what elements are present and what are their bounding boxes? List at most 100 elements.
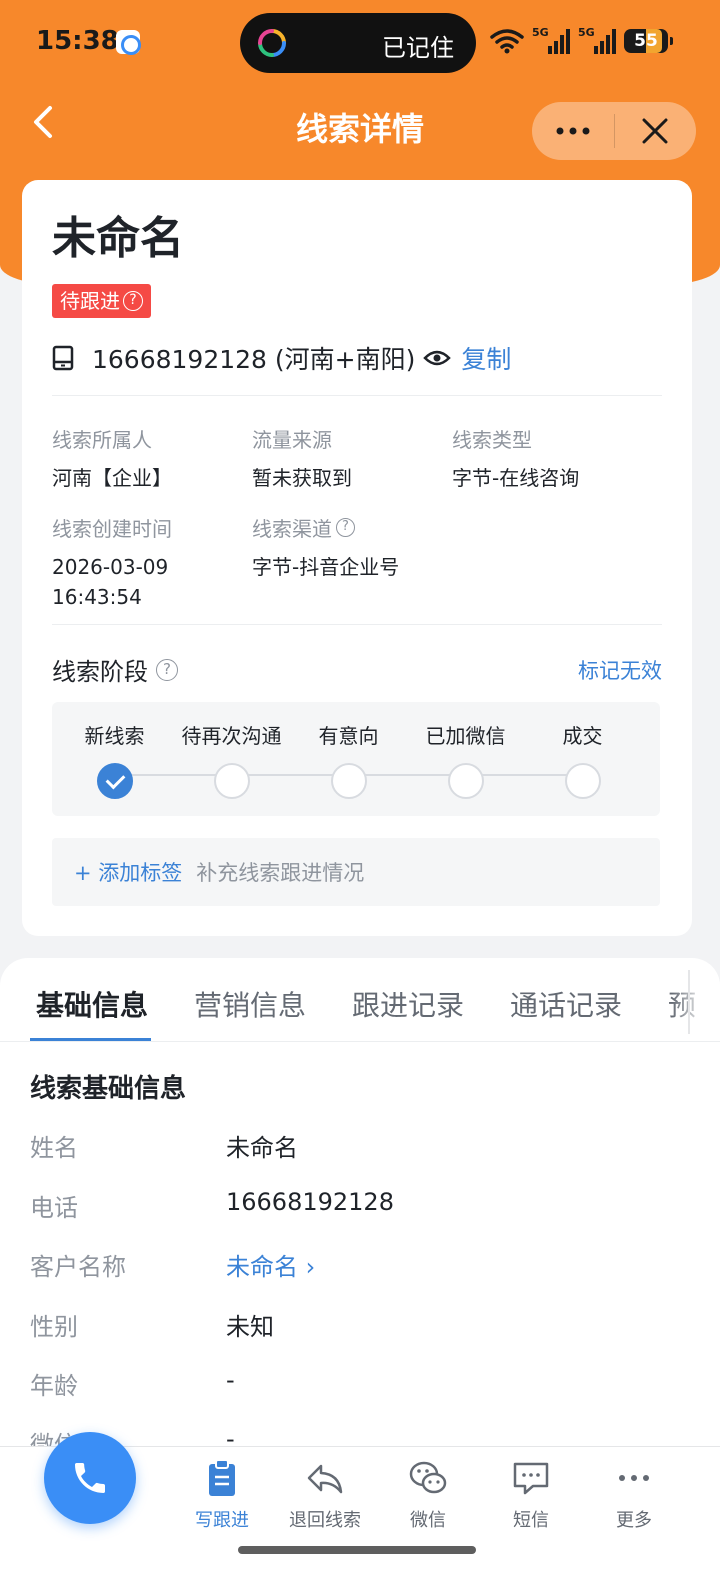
stage-wechat-added[interactable]: 已加微信 — [407, 702, 524, 799]
tab-basic-info[interactable]: 基础信息 — [36, 984, 148, 1024]
wechat-icon — [409, 1461, 447, 1494]
action-label: 短信 — [513, 1510, 549, 1531]
section-title: 线索基础信息 — [30, 1074, 187, 1104]
info-value: 暂未获取到 — [252, 466, 352, 490]
info-value: 字节-在线咨询 — [452, 466, 580, 490]
stage-label: 新线索 — [84, 724, 145, 748]
status-text: 待跟进 — [60, 289, 120, 313]
add-tag-bar[interactable]: + 添加标签 补充线索跟进情况 — [52, 838, 660, 906]
stage-recontact[interactable]: 待再次沟通 — [173, 702, 290, 799]
phone-row: 16668192128 (河南+南阳) 复制 — [52, 340, 511, 376]
stage-label: 有意向 — [318, 724, 379, 748]
field-value: 未知 — [226, 1313, 274, 1341]
stage-title-text: 线索阶段 — [52, 658, 148, 686]
tag-hint: 补充线索跟进情况 — [196, 861, 365, 885]
status-bar: 15:38 已记住 5G 5G 55 — [0, 0, 720, 88]
info-label: 流量来源 — [252, 428, 332, 452]
info-lead-type: 线索类型 字节-在线咨询 — [452, 424, 642, 493]
help-icon: ? — [123, 291, 143, 311]
status-indicators: 5G 5G 55 — [490, 26, 673, 54]
call-button[interactable] — [44, 1432, 136, 1524]
assistant-logo-icon — [258, 29, 286, 57]
info-value: 字节-抖音企业号 — [252, 555, 400, 579]
phone-icon — [75, 1463, 105, 1493]
signal-2-label: 5G — [578, 26, 595, 39]
help-icon[interactable]: ? — [156, 658, 178, 681]
info-channel: 线索渠道 ? 字节-抖音企业号 — [252, 513, 442, 582]
stage-deal[interactable]: 成交 — [524, 702, 641, 799]
stage-new-lead[interactable]: 新线索 — [56, 702, 173, 799]
sms-button[interactable]: 短信 — [481, 1458, 581, 1532]
field-label: 电话 — [30, 1194, 78, 1222]
info-value: 2026-03-09 16:43:54 — [52, 555, 169, 609]
stage-dot — [330, 763, 367, 799]
field-value: 16668192128 — [226, 1188, 394, 1216]
phone-number: 16668192128 (河南+南阳) — [92, 345, 416, 374]
field-customer-name: 客户名称 未命名 › — [30, 1247, 690, 1287]
home-indicator[interactable] — [238, 1546, 476, 1554]
wifi-icon — [490, 29, 524, 54]
field-label: 姓名 — [30, 1134, 78, 1162]
close-icon — [642, 118, 668, 144]
tab-follow-up-records[interactable]: 跟进记录 — [352, 984, 464, 1024]
info-owner: 线索所属人 河南【企业】 — [52, 424, 242, 493]
info-traffic-source: 流量来源 暂未获取到 — [252, 424, 442, 493]
dynamic-island[interactable]: 已记住 — [240, 13, 476, 73]
action-label: 微信 — [410, 1510, 446, 1531]
wechat-button[interactable]: 微信 — [378, 1458, 478, 1532]
more-icon — [619, 1475, 649, 1481]
island-text: 已记住 — [382, 34, 454, 62]
help-icon[interactable]: ? — [336, 518, 355, 537]
status-time: 15:38 — [36, 26, 119, 56]
mark-invalid-button[interactable]: 标记无效 — [578, 655, 662, 685]
stage-dot — [447, 763, 484, 799]
cellular-signal-1-icon: 5G — [532, 26, 570, 54]
tab-marketing-info[interactable]: 营销信息 — [194, 984, 306, 1024]
close-button[interactable] — [615, 102, 697, 160]
field-label: 客户名称 — [30, 1253, 126, 1281]
tab-scroll-fade — [672, 964, 720, 1034]
field-gender: 性别 未知 — [30, 1307, 690, 1347]
stage-label: 成交 — [562, 724, 603, 748]
add-tag-button[interactable]: + 添加标签 — [74, 857, 182, 887]
tab-call-records[interactable]: 通话记录 — [510, 984, 622, 1024]
tab-bar: 基础信息 营销信息 跟进记录 通话记录 预 — [0, 958, 720, 1042]
customer-name-link[interactable]: 未命名 › — [226, 1247, 315, 1282]
return-lead-button[interactable]: 退回线索 — [275, 1458, 375, 1532]
check-icon — [96, 763, 133, 799]
action-label: 更多 — [616, 1510, 652, 1531]
eye-icon[interactable] — [423, 348, 452, 368]
more-horizontal-icon — [556, 127, 590, 135]
stage-progress: 新线索 待再次沟通 有意向 已加微信 成交 — [52, 702, 660, 816]
field-label: 性别 — [30, 1313, 78, 1341]
copy-button[interactable]: 复制 — [461, 340, 511, 376]
lead-name: 未命名 — [52, 213, 184, 264]
cellular-signal-2-icon: 5G — [578, 26, 616, 54]
field-age: 年龄 - — [30, 1366, 690, 1406]
reply-icon — [307, 1464, 343, 1494]
action-label: 写跟进 — [195, 1510, 249, 1531]
field-value: 未命名 — [226, 1134, 298, 1162]
field-name: 姓名 未命名 — [30, 1128, 690, 1168]
action-label: 退回线索 — [289, 1510, 361, 1531]
info-label: 线索类型 — [452, 428, 532, 452]
mobile-phone-icon — [52, 345, 74, 371]
stage-title: 线索阶段 ? — [52, 652, 178, 687]
clipboard-icon — [209, 1459, 235, 1496]
info-label: 线索创建时间 — [52, 517, 172, 541]
stage-interested[interactable]: 有意向 — [290, 702, 407, 799]
mini-program-capsule — [532, 102, 696, 160]
signal-1-label: 5G — [532, 26, 549, 39]
status-badge[interactable]: 待跟进 ? — [52, 284, 151, 318]
field-label: 年龄 — [30, 1372, 78, 1400]
more-actions-button[interactable]: 更多 — [584, 1458, 684, 1532]
info-label-text: 线索渠道 — [252, 517, 332, 541]
divider — [52, 395, 662, 396]
tab-active-indicator — [30, 1038, 151, 1041]
more-button[interactable] — [532, 102, 614, 160]
stage-label: 待再次沟通 — [181, 724, 282, 748]
lead-summary-card: 未命名 待跟进 ? 16668192128 (河南+南阳) 复制 线索所属人 河… — [22, 180, 692, 936]
message-icon — [513, 1462, 549, 1495]
write-follow-up-button[interactable]: 写跟进 — [172, 1458, 272, 1532]
stage-dot — [564, 763, 601, 799]
